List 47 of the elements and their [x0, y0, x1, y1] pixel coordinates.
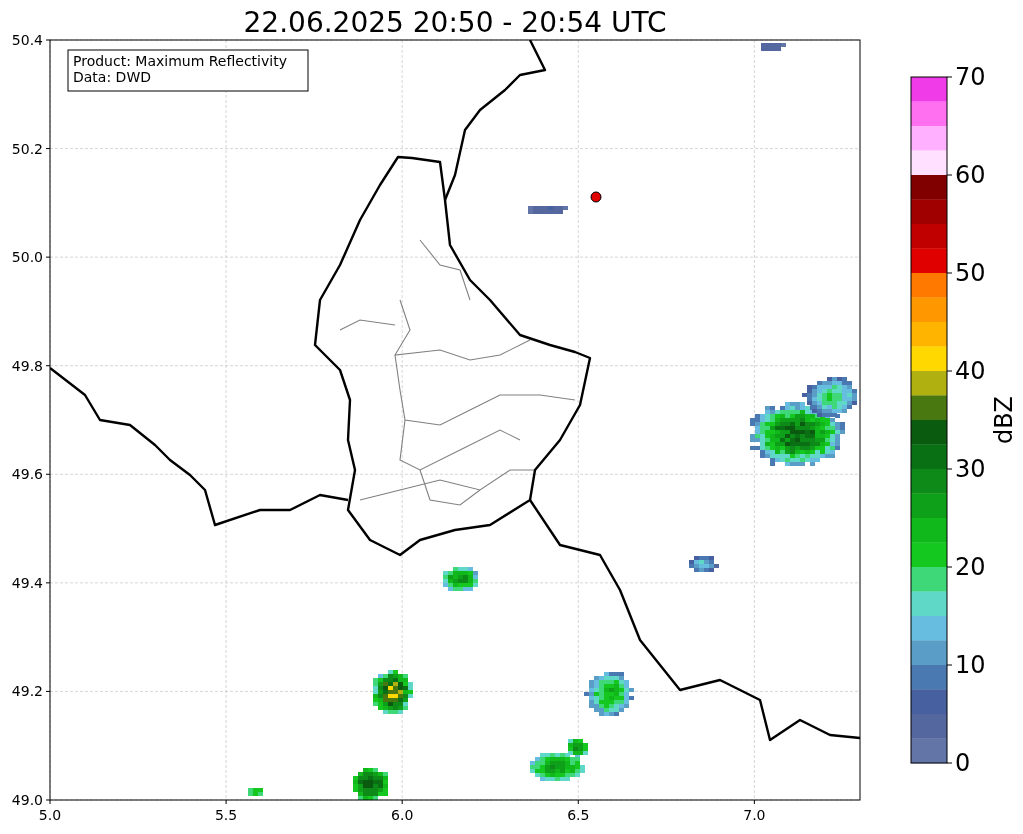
x-tick-label: 5.5: [214, 807, 238, 823]
colorbar-tick-mark: [946, 272, 953, 274]
y-tick-mark: [45, 39, 51, 41]
colorbar-tick-mark: [946, 174, 953, 176]
info-text: Data: DWD: [73, 69, 151, 85]
colorbar-tick-mark: [946, 566, 953, 568]
y-tick-label: 49.0: [11, 792, 43, 808]
x-tick-label: 7.0: [743, 807, 766, 823]
colorbar-tick-label: 40: [955, 357, 986, 385]
y-tick-mark: [45, 148, 51, 150]
x-tick-mark: [753, 799, 755, 805]
colorbar-tick-mark: [946, 76, 953, 78]
y-tick-label: 50.0: [11, 249, 43, 266]
y-tick-label: 50.4: [11, 32, 43, 48]
colorbar-tick-label: 0: [955, 749, 971, 777]
colorbar-label: dBZ: [990, 395, 1018, 445]
colorbar-tick-label: 50: [955, 259, 986, 287]
y-tick-mark: [45, 690, 51, 692]
chart-title: 22.06.2025 20:50 - 20:54 UTC: [243, 6, 667, 39]
y-tick-label: 50.2: [11, 140, 43, 157]
x-tick-mark: [401, 799, 403, 805]
colorbar-tick-label: 70: [955, 63, 986, 91]
y-tick-label: 49.4: [11, 574, 43, 591]
y-tick-mark: [45, 365, 51, 367]
y-tick-label: 49.8: [11, 357, 43, 374]
colorbar-tick-label: 20: [955, 553, 986, 581]
y-tick-mark: [45, 256, 51, 258]
y-tick-label: 49.2: [11, 683, 43, 700]
colorbar-tick-mark: [946, 370, 953, 372]
colorbar-tick-mark: [946, 762, 953, 764]
x-tick-label: 5.0: [38, 807, 62, 823]
colorbar-tick-mark: [946, 664, 953, 666]
x-tick-mark: [49, 799, 51, 805]
x-tick-mark: [577, 799, 579, 805]
info-text: Product: Maximum Reflectivity: [73, 53, 287, 69]
colorbar-tick-label: 10: [955, 651, 986, 679]
colorbar-tick-mark: [946, 468, 953, 470]
y-tick-label: 49.6: [11, 466, 43, 483]
colorbar-tick-label: 60: [955, 161, 986, 189]
colorbar-tick-label: 30: [955, 455, 986, 483]
x-tick-label: 6.0: [391, 807, 414, 823]
y-tick-mark: [45, 473, 51, 475]
x-tick-label: 6.5: [567, 807, 590, 823]
location-marker: [590, 191, 602, 203]
y-tick-mark: [45, 799, 51, 801]
y-tick-mark: [45, 582, 51, 584]
x-tick-mark: [225, 799, 227, 805]
